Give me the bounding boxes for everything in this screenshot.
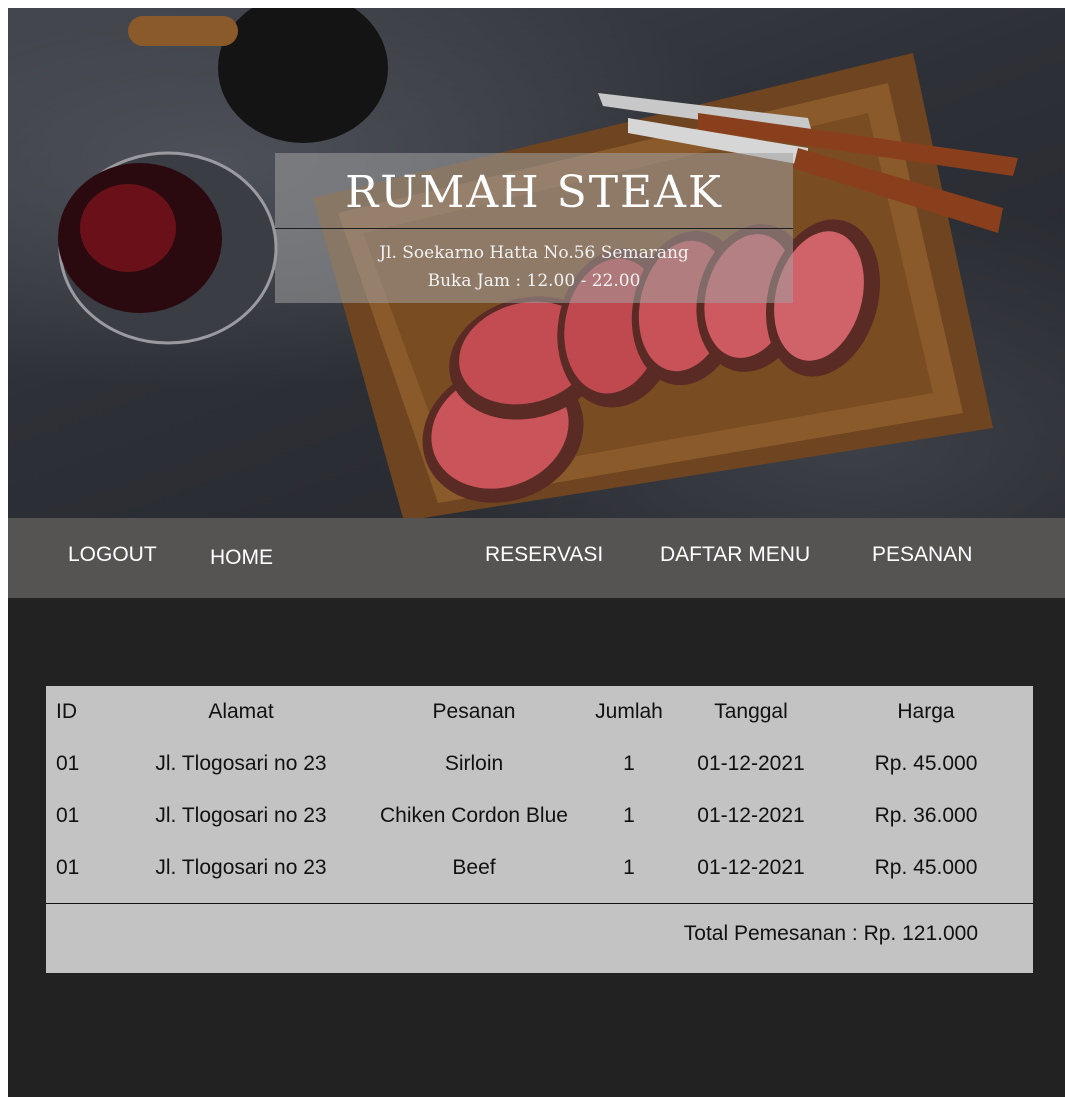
table-header-row: ID Alamat Pesanan Jumlah Tanggal Harga bbox=[46, 686, 1033, 738]
wine-glass-image bbox=[58, 151, 278, 345]
cell-harga: Rp. 36.000 bbox=[874, 804, 978, 827]
table-row: 01 Jl. Tlogosari no 23 Chiken Cordon Blu… bbox=[46, 790, 1033, 842]
nav-pesanan[interactable]: PESANAN bbox=[872, 518, 972, 598]
restaurant-address: Jl. Soekarno Hatta No.56 Semarang bbox=[379, 243, 689, 263]
wine-bottle-image bbox=[128, 8, 388, 143]
header-pesanan: Pesanan bbox=[432, 700, 516, 723]
cell-tanggal: 01-12-2021 bbox=[697, 856, 805, 879]
cell-id: 01 bbox=[56, 856, 80, 879]
opening-hours: Buka Jam : 12.00 - 22.00 bbox=[427, 271, 641, 291]
page-frame: RUMAH STEAK Jl. Soekarno Hatta No.56 Sem… bbox=[8, 8, 1065, 1097]
cell-id: 01 bbox=[56, 752, 80, 775]
cell-harga: Rp. 45.000 bbox=[874, 752, 978, 775]
cell-alamat: Jl. Tlogosari no 23 bbox=[155, 856, 327, 879]
cell-jumlah: 1 bbox=[623, 804, 635, 827]
header-jumlah: Jumlah bbox=[595, 700, 663, 723]
nav-home[interactable]: HOME bbox=[210, 518, 273, 598]
header-id: ID bbox=[56, 700, 77, 723]
cell-alamat: Jl. Tlogosari no 23 bbox=[155, 752, 327, 775]
cell-tanggal: 01-12-2021 bbox=[697, 804, 805, 827]
total-divider bbox=[46, 903, 1033, 904]
cell-pesanan: Sirloin bbox=[444, 752, 504, 775]
main-navigation: LOGOUT HOME RESERVASI DAFTAR MENU PESANA… bbox=[8, 518, 1065, 598]
nav-reservasi[interactable]: RESERVASI bbox=[485, 518, 603, 598]
cell-tanggal: 01-12-2021 bbox=[697, 752, 805, 775]
order-total: Total Pemesanan : Rp. 121.000 bbox=[683, 922, 978, 945]
cell-jumlah: 1 bbox=[623, 856, 635, 879]
restaurant-title-box: RUMAH STEAK Jl. Soekarno Hatta No.56 Sem… bbox=[275, 153, 793, 303]
orders-table: ID Alamat Pesanan Jumlah Tanggal Harga 0… bbox=[46, 686, 1033, 973]
cell-pesanan: Beef bbox=[452, 856, 496, 879]
cell-harga: Rp. 45.000 bbox=[874, 856, 978, 879]
title-divider bbox=[275, 228, 793, 229]
cell-alamat: Jl. Tlogosari no 23 bbox=[155, 804, 327, 827]
cell-pesanan: Chiken Cordon Blue bbox=[380, 804, 568, 827]
hero-banner: RUMAH STEAK Jl. Soekarno Hatta No.56 Sem… bbox=[8, 8, 1065, 518]
restaurant-name: RUMAH STEAK bbox=[345, 167, 723, 218]
header-alamat: Alamat bbox=[208, 700, 274, 723]
cell-id: 01 bbox=[56, 804, 80, 827]
header-harga: Harga bbox=[897, 700, 955, 723]
table-row: 01 Jl. Tlogosari no 23 Sirloin 1 01-12-2… bbox=[46, 738, 1033, 790]
nav-daftar-menu[interactable]: DAFTAR MENU bbox=[660, 518, 810, 598]
cell-jumlah: 1 bbox=[623, 752, 635, 775]
table-row: 01 Jl. Tlogosari no 23 Beef 1 01-12-2021… bbox=[46, 842, 1033, 894]
nav-logout[interactable]: LOGOUT bbox=[68, 518, 157, 598]
header-tanggal: Tanggal bbox=[714, 700, 788, 723]
